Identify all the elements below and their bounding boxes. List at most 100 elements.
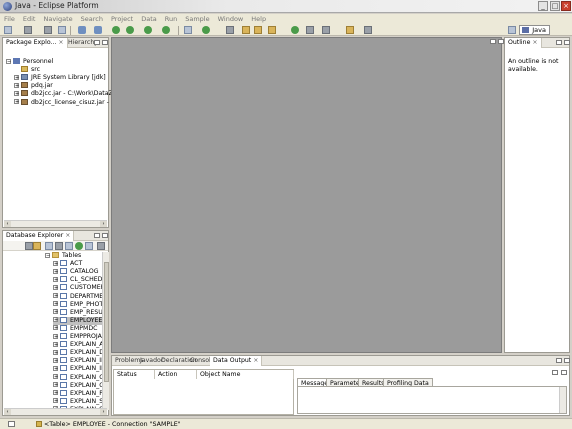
menu-project[interactable]: Project [107,14,137,24]
tree-item[interactable]: + JRE System Library [jdk] [14,74,106,82]
open-perspective-icon[interactable] [508,26,516,34]
new-java-project-icon[interactable] [78,26,86,34]
tree-item[interactable]: − Tables [45,252,81,260]
tree-item[interactable]: + CUSTOMER [53,284,105,292]
annotation-icon[interactable] [268,26,276,34]
minimize-view-icon[interactable] [94,40,100,45]
messages-vscrollbar[interactable] [559,387,566,413]
menu-search[interactable]: Search [77,14,107,24]
editor-area[interactable] [111,37,504,353]
expand-icon[interactable]: + [53,357,58,363]
expand-icon[interactable]: + [53,325,58,331]
web-browser-icon[interactable] [291,26,299,34]
bookmark-icon[interactable] [254,26,262,34]
search-icon[interactable] [226,26,234,34]
tree-item[interactable]: + EXPLAIN_PR [53,389,107,398]
close-button[interactable]: × [561,1,571,11]
expand-icon[interactable]: + [53,317,58,323]
expand-icon[interactable]: + [53,276,58,282]
maximize-view-icon[interactable] [564,40,570,45]
database-explorer-vscrollbar[interactable] [102,252,109,410]
tree-item[interactable]: + EXPLAIN_DI [53,349,106,357]
expand-icon[interactable]: + [53,374,58,380]
tab-data-output[interactable]: Data Output × [210,356,263,366]
connect-icon[interactable] [65,242,73,250]
tree-item[interactable]: + EXPLAIN_OP [53,381,108,390]
print-icon[interactable] [44,26,52,34]
column-header-action[interactable]: Action [155,370,197,379]
new-icon[interactable] [4,26,12,34]
minimize-editor-icon[interactable] [490,39,496,44]
tree-item[interactable]: + EMPMDC [53,324,97,333]
tab-database-explorer[interactable]: Database Explorer × [3,231,75,241]
menu-edit[interactable]: Edit [19,14,40,24]
back-icon[interactable] [346,26,354,34]
scroll-left-arrow[interactable]: ‹ [4,221,11,227]
column-header-status[interactable]: Status [114,370,155,379]
tree-item[interactable]: + DEPARTMEN [53,292,108,301]
expand-icon[interactable]: + [14,99,19,105]
disconnect-icon[interactable] [75,242,83,250]
external-tools-icon[interactable] [144,26,152,34]
scroll-left-arrow[interactable]: ‹ [4,409,11,415]
tree-item[interactable]: + db2jcc_license_cisuz.jar - C:\W [14,98,125,107]
next-annotation-icon[interactable] [306,26,314,34]
expand-icon[interactable]: + [53,284,58,290]
tree-item[interactable]: + CATALOG [53,268,99,276]
database-explorer-hscrollbar[interactable]: ‹ › [4,408,107,415]
menu-data[interactable]: Data [137,14,161,24]
tree-item[interactable]: − Personnel [6,58,53,66]
collapse-icon[interactable]: − [6,58,11,64]
previous-result-icon[interactable] [552,370,558,375]
maximize-view-icon[interactable] [102,233,108,238]
expand-icon[interactable]: + [53,341,58,347]
tree-item[interactable]: + EMP_PHOTO [53,300,108,309]
save-icon[interactable] [24,26,32,34]
package-explorer-hscrollbar[interactable]: ‹ › [4,220,107,227]
expand-icon[interactable]: + [53,260,58,266]
tree-item[interactable]: + EXPLAIN_AR [53,341,108,349]
expand-icon[interactable]: + [14,74,19,80]
refresh-connection-icon[interactable] [55,242,63,250]
tree-item[interactable]: +EXPLAIN_ST [53,397,107,406]
expand-icon[interactable]: + [53,333,58,339]
expand-icon[interactable]: + [53,349,58,355]
minimize-button[interactable]: _ [538,1,548,11]
expand-icon[interactable]: + [53,365,58,371]
tree-item[interactable]: + pdq.jar [14,82,53,90]
messages-textarea[interactable] [297,386,567,414]
scroll-thumb[interactable] [104,262,109,382]
tree-item[interactable]: + EMPLOYEE [53,316,108,325]
view-menu-icon[interactable] [97,242,105,250]
minimize-view-icon[interactable] [94,233,100,238]
close-icon[interactable]: × [532,39,537,46]
expand-icon[interactable]: + [53,268,58,274]
next-result-icon[interactable] [561,370,567,375]
column-header-object-name[interactable]: Object Name [197,370,294,379]
tree-item[interactable]: + EMPPROJAC [53,333,106,341]
menu-help[interactable]: Help [247,14,270,24]
debug-icon[interactable] [112,26,120,34]
open-task-icon[interactable] [242,26,250,34]
run-icon[interactable] [126,26,134,34]
expand-icon[interactable]: + [53,309,58,315]
java-perspective-button[interactable]: Java [519,25,550,35]
expand-icon[interactable]: + [53,293,58,299]
tab-outline[interactable]: Outline × [505,38,542,48]
expand-icon[interactable]: + [14,82,19,88]
collapse-icon[interactable]: − [45,252,50,258]
close-icon[interactable]: × [58,39,63,46]
scroll-right-arrow[interactable]: › [100,409,107,415]
tree-item[interactable]: + db2jcc.jar - C:\Work\DataZero\ [14,90,125,98]
tree-item[interactable]: + EMP_RESUM [53,308,108,317]
maximize-view-icon[interactable] [564,358,570,363]
open-type-icon[interactable] [58,26,66,34]
expand-icon[interactable]: + [53,390,58,396]
minimize-view-icon[interactable] [556,358,562,363]
expand-icon[interactable]: + [53,301,58,307]
tree-item[interactable]: + EXPLAIN_IN [53,365,106,373]
new-class-icon[interactable] [162,26,170,34]
open-resource-icon[interactable] [184,26,192,34]
tree-item[interactable]: + CL_SCHED [53,276,102,284]
maximize-button[interactable]: □ [550,1,560,11]
